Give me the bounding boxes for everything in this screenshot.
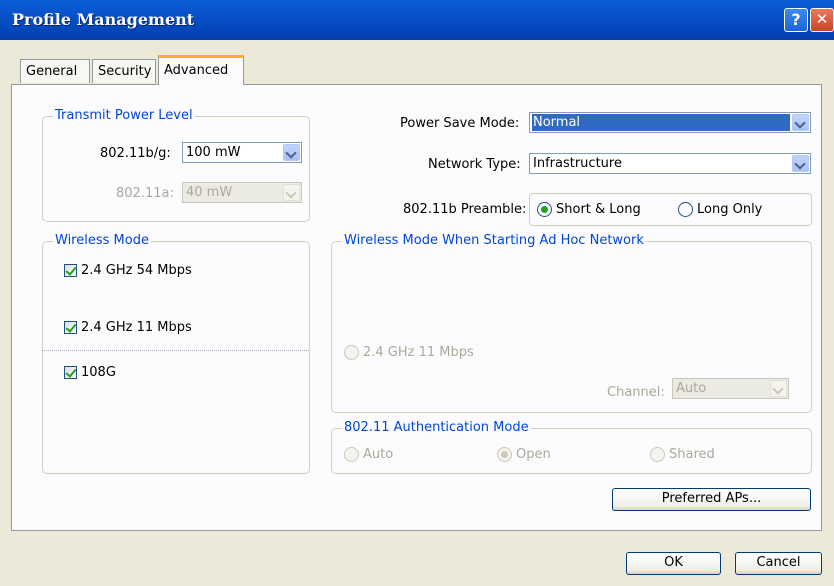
a-power-select[interactable]: 40 mW [182, 182, 302, 203]
auth-legend: 802.11 Authentication Mode [342, 420, 531, 436]
preamble-label: 802.11b Preamble: [403, 202, 527, 217]
label-short-long: Short & Long [556, 202, 641, 217]
bg-power-value: 100 mW [186, 145, 241, 160]
label-54mbps: 2.4 GHz 54 Mbps [81, 263, 192, 278]
chevron-down-icon[interactable] [770, 380, 787, 397]
label-adhoc-11mbps: 2.4 GHz 11 Mbps [363, 345, 474, 360]
a-power-label: 802.11a: [116, 186, 174, 201]
network-type-label: Network Type: [428, 157, 521, 172]
chevron-down-icon[interactable] [792, 114, 809, 131]
tab-security[interactable]: Security [92, 59, 156, 83]
network-type-select[interactable]: Infrastructure [529, 153, 811, 174]
radio-auth-shared[interactable] [650, 447, 665, 462]
channel-value: Auto [676, 381, 707, 396]
label-108g: 108G [81, 365, 116, 380]
preferred-aps-button[interactable]: Preferred APs... [612, 488, 811, 511]
radio-long-only[interactable] [678, 202, 693, 217]
chevron-down-icon[interactable] [283, 184, 300, 201]
adhoc-legend: Wireless Mode When Starting Ad Hoc Netwo… [342, 233, 646, 249]
radio-adhoc-11mbps[interactable] [344, 345, 359, 360]
a-power-value: 40 mW [186, 185, 233, 200]
ok-button[interactable]: OK [626, 552, 721, 575]
divider [42, 350, 309, 351]
title-bar: Profile Management ? ✕ [0, 0, 834, 40]
label-long-only: Long Only [697, 202, 763, 217]
chevron-down-icon[interactable] [283, 144, 300, 161]
checkbox-108g[interactable] [64, 366, 77, 379]
tab-general[interactable]: General [20, 59, 90, 83]
label-auth-auto: Auto [363, 447, 394, 462]
power-save-select[interactable]: Normal [529, 112, 811, 133]
window-title: Profile Management [12, 10, 195, 29]
power-save-label: Power Save Mode: [400, 116, 520, 131]
radio-auth-open[interactable] [497, 447, 512, 462]
close-button[interactable]: ✕ [810, 8, 834, 32]
auth-group: 802.11 Authentication Mode [331, 420, 812, 474]
wireless-mode-legend: Wireless Mode [53, 233, 151, 249]
radio-auth-auto[interactable] [344, 447, 359, 462]
cancel-button[interactable]: Cancel [735, 552, 822, 575]
channel-label: Channel: [607, 385, 665, 400]
checkbox-54mbps[interactable] [64, 264, 77, 277]
checkbox-11mbps[interactable] [64, 321, 77, 334]
bg-power-select[interactable]: 100 mW [182, 142, 302, 163]
label-11mbps: 2.4 GHz 11 Mbps [81, 320, 192, 335]
power-save-value: Normal [532, 114, 790, 131]
network-type-value: Infrastructure [533, 156, 622, 171]
chevron-down-icon[interactable] [792, 155, 809, 172]
tab-advanced[interactable]: Advanced [158, 55, 244, 85]
label-auth-shared: Shared [669, 447, 715, 462]
transmit-power-legend: Transmit Power Level [53, 108, 195, 124]
bg-power-label: 802.11b/g: [100, 146, 171, 161]
label-auth-open: Open [516, 447, 551, 462]
channel-select[interactable]: Auto [672, 378, 789, 399]
transmit-power-group: Transmit Power Level [42, 108, 310, 222]
radio-short-long[interactable] [537, 202, 552, 217]
help-button[interactable]: ? [784, 8, 808, 32]
